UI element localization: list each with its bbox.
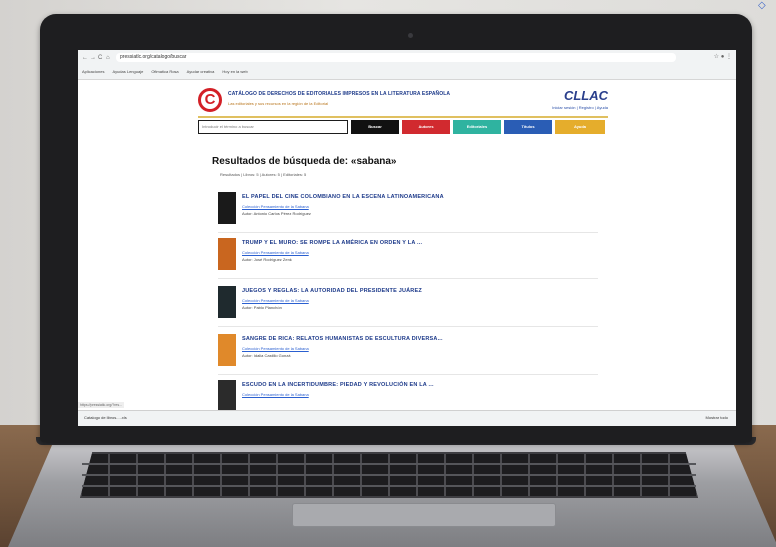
bookmarks-bar: Aplicaciones Ayudas Lenguaje Ofimatica R… [82,66,248,76]
result-publisher-link[interactable]: Colección Pensamiento de la Sabana [242,204,309,209]
authors-button[interactable]: Autores [402,120,450,134]
book-cover[interactable] [218,286,236,318]
result-title[interactable]: ESCUDO EN LA INCERTIDUMBRE: PIEDAD Y REV… [242,382,434,388]
downloads-bar: Catalogo de libros.....xls Mostrar todo [78,410,736,426]
result-title[interactable]: JUEGOS Y REGLAS: LA AUTORIDAD DEL PRESID… [242,288,422,294]
result-author: Autor: Pablo Planchón [242,305,282,310]
book-cover[interactable] [218,334,236,366]
site-subtitle: Las editoriales y sus recursos en la reg… [228,101,329,106]
copyright-logo[interactable]: C [198,88,222,112]
result-title[interactable]: EL PAPEL DEL CINE COLOMBIANO EN LA ESCEN… [242,194,444,200]
search-row: Introducir el término a buscar Buscar Au… [198,120,608,134]
result-publisher-link[interactable]: Colección Pensamiento de la Sabana [242,250,309,255]
browser-toolbar: ← → C ⌂ pressiatlc.org/catalogo/buscar ☆… [78,50,736,80]
result-title[interactable]: TRUMP Y EL MURO: SE ROMPE LA AMÉRICA EN … [242,240,422,246]
result-publisher-link[interactable]: Colección Pensamiento de la Sabana [242,346,309,351]
keyboard-row-divider [82,463,696,465]
site-header: C CATÁLOGO DE DERECHOS DE EDITORIALES IM… [198,88,608,114]
laptop-trackpad [292,503,556,527]
corner-diamond-icon: ◇ [758,0,766,11]
result-author: Autor: Idalia Castillo Gonzá [242,353,291,358]
book-cover[interactable] [218,380,236,412]
result-divider [218,374,598,375]
header-divider [198,116,608,118]
brand-logo[interactable]: CLLAC [564,88,608,103]
keyboard-row-divider [82,474,696,476]
result-item[interactable]: EL PAPEL DEL CINE COLOMBIANO EN LA ESCEN… [218,192,618,232]
search-button[interactable]: Buscar [351,120,399,134]
bookmark-item[interactable]: Aplicaciones [82,69,104,74]
back-arrow-icon[interactable]: ← [82,55,88,61]
laptop-screen: ← → C ⌂ pressiatlc.org/catalogo/buscar ☆… [78,50,736,426]
result-publisher-link[interactable]: Colección Pensamiento de la Sabana [242,298,309,303]
publishers-button[interactable]: Editoriales [453,120,501,134]
status-url: https://pressiatlc.org/?res... [78,402,125,408]
reload-icon[interactable]: C [98,55,102,61]
header-links[interactable]: Iniciar sesión | Registro | Ayuda [552,105,608,110]
address-bar[interactable]: pressiatlc.org/catalogo/buscar [116,53,676,62]
results-filters[interactable]: Resultados | Libros: 5 | Autores: 5 | Ed… [220,172,306,177]
result-title[interactable]: SANGRE DE RICA: RELATOS HUMANISTAS DE ES… [242,336,443,342]
result-item[interactable]: JUEGOS Y REGLAS: LA AUTORIDAD DEL PRESID… [218,286,618,326]
web-page: C CATÁLOGO DE DERECHOS DE EDITORIALES IM… [78,80,736,412]
browser-menu-icons[interactable]: ☆ ● ⋮ [714,53,732,60]
result-item[interactable]: SANGRE DE RICA: RELATOS HUMANISTAS DE ES… [218,334,618,374]
result-author: Autor: José Rodríguez Zenk [242,257,292,262]
bookmark-item[interactable]: Hoy en la web [222,69,247,74]
help-button[interactable]: Ayuda [555,120,605,134]
result-publisher-link[interactable]: Colección Pensamiento de la Sabana [242,392,309,397]
bookmark-item[interactable]: Ayudas Lenguaje [112,69,143,74]
bookmark-item[interactable]: Ayudar creativa [187,69,215,74]
download-item[interactable]: Catalogo de libros.....xls [84,415,127,420]
titles-button[interactable]: Títulos [504,120,552,134]
bookmark-item[interactable]: Ofimatica Rosa [151,69,178,74]
webcam-icon [408,33,413,38]
site-title: CATÁLOGO DE DERECHOS DE EDITORIALES IMPR… [228,91,451,97]
keyboard-row-divider [82,485,696,487]
result-divider [218,326,598,327]
book-cover[interactable] [218,192,236,224]
home-icon[interactable]: ⌂ [106,55,110,61]
result-divider [218,278,598,279]
result-author: Autor: Antonio Carlos Pérez Rodríguez [242,211,311,216]
search-input[interactable]: Introducir el término a buscar [198,120,348,134]
result-item[interactable]: TRUMP Y EL MURO: SE ROMPE LA AMÉRICA EN … [218,238,618,278]
results-heading: Resultados de búsqueda de: «sabana» [212,156,397,167]
book-cover[interactable] [218,238,236,270]
result-divider [218,232,598,233]
forward-arrow-icon[interactable]: → [90,55,96,61]
show-all-downloads-button[interactable]: Mostrar todo [706,415,728,420]
